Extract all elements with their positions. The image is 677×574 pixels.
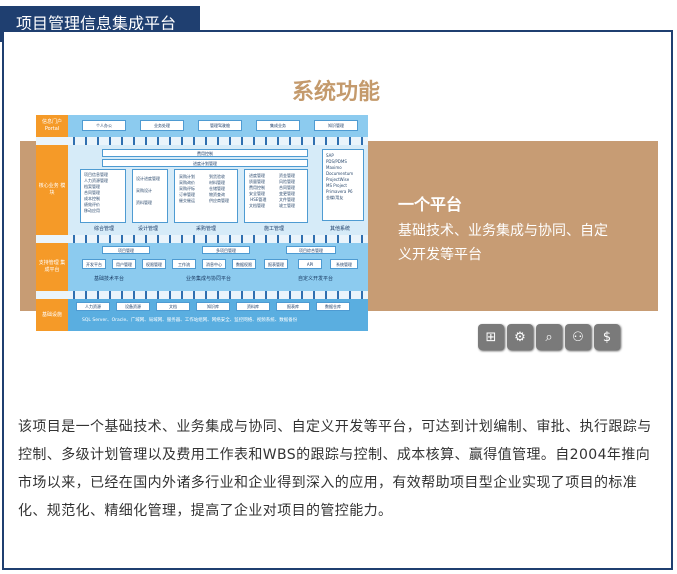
support-item: 报表管理 [264, 259, 288, 269]
diagram-title: 系统功能 [292, 80, 381, 105]
portal-item: 集成业务 [256, 120, 300, 131]
core-top-bar: 费用控制 [102, 149, 308, 157]
module-label: 采购管理 [196, 226, 217, 232]
module-label: 设计管理 [138, 226, 159, 232]
module-block: SAP PDS/PDMS Maximo Documentum ProjectWi… [322, 149, 364, 221]
support-row: 支持管理 集成平台 项目管理 多项目管理 项目综合管理 开发平台 用户管理 权限… [36, 243, 368, 291]
module-items: 采购计划 采购询价 采购评标 订单管理 催交催运 [179, 174, 195, 203]
connector-arrows [68, 235, 368, 243]
infra-tech-list: SQL Server、Oracle、广域网、局域网、服务器、工作站组网、网络安全… [82, 318, 298, 323]
portal-item: 个人办公 [82, 120, 126, 131]
module-items: 进度管理 质量管理 费用控制 安全管理 HSE管理 文档管理 [249, 173, 267, 208]
connector-arrows [68, 291, 368, 299]
architecture-diagram: 信息门户 Portal 个人办公 业务处理 管理驾驶舱 集成业务 知识管理 核心… [36, 115, 368, 331]
support-item: API [298, 259, 322, 269]
support-group: 项目管理 [102, 246, 150, 254]
infra-item: 资料库 [236, 302, 270, 311]
module-label: 综合管理 [94, 226, 115, 232]
module-items: 设计进度管理 采购设计 资料管理 [136, 176, 160, 205]
module-label: 其他系统 [330, 226, 351, 232]
core-top-bar: 进度计划管理 [102, 159, 308, 167]
banner-subtitle: 基础技术、业务集成与协同、自定义开发等平台 [398, 223, 608, 263]
infra-item: 知识库 [196, 302, 230, 311]
infra-item: 人力资源 [76, 302, 110, 311]
platform-flow-label: 业务集成与协同平台 [186, 276, 232, 282]
support-group: 多项目管理 [202, 246, 250, 254]
infrastructure-row: 基础设施 人力资源 设备资源 文档 知识库 资料库 报表库 数据仓库 SQL S… [36, 299, 368, 331]
module-label: 施工管理 [264, 226, 285, 232]
icon-toolbar: ⊞ ⚙ ⌕ ⚇ $ [478, 324, 620, 350]
module-block: 设计进度管理 采购设计 资料管理 [132, 169, 168, 223]
money-bag-icon[interactable]: $ [594, 324, 620, 350]
support-item: 工作流 [172, 259, 196, 269]
portal-item: 管理驾驶舱 [198, 120, 242, 131]
support-item: 系统管理 [330, 259, 358, 269]
module-block: 进度管理 质量管理 费用控制 安全管理 HSE管理 文档管理 资金管理 风险管理… [244, 169, 308, 223]
gear-icon[interactable]: ⚙ [507, 324, 533, 350]
support-group: 项目综合管理 [286, 246, 336, 254]
platform-flow-label: 基础技术平台 [94, 276, 125, 282]
row-label: 支持管理 集成平台 [36, 243, 68, 291]
banner-title: 一个平台 [398, 195, 463, 214]
infra-item: 数据仓库 [316, 302, 350, 311]
row-label: 基础设施 [36, 299, 68, 331]
description-paragraph: 该项目是一个基础技术、业务集成与协同、自定义开发等平台，可达到计划编制、审批、执… [18, 419, 652, 519]
infra-item: 设备资源 [116, 302, 150, 311]
infra-item: 文档 [156, 302, 190, 311]
portal-item: 知识管理 [314, 120, 358, 131]
support-item: 权限管理 [142, 259, 166, 269]
infra-item: 报表库 [276, 302, 310, 311]
connector-arrows [68, 137, 368, 145]
abacus-icon[interactable]: ⊞ [478, 324, 504, 350]
support-item: 用户管理 [112, 259, 136, 269]
support-item: 开发平台 [82, 259, 106, 269]
module-items: 到货验收 材料管理 仓储管理 物资查询 供应商管理 [209, 174, 229, 203]
module-block: 项目信息管理 人力资源管理 档案管理 合同管理 成本控制 绩效评价 移动应用 [80, 169, 126, 223]
module-items: 资金管理 风险管理 合同管理 变更管理 文件管理 竣工管理 [279, 173, 295, 208]
platform-flow-label: 自定义开发平台 [298, 276, 334, 282]
row-label: 核心业务 模块 [36, 145, 68, 235]
module-items: SAP PDS/PDMS Maximo Documentum ProjectWi… [326, 153, 354, 200]
module-items: 项目信息管理 人力资源管理 档案管理 合同管理 成本控制 绩效评价 移动应用 [84, 172, 108, 213]
module-block: 采购计划 采购询价 采购评标 订单管理 催交催运 到货验收 材料管理 仓储管理 … [174, 169, 238, 223]
support-item: 消息中心 [202, 259, 226, 269]
core-row: 核心业务 模块 费用控制 进度计划管理 项目信息管理 人力资源管理 档案管理 合… [36, 145, 368, 235]
portal-row: 信息门户 Portal 个人办公 业务处理 管理驾驶舱 集成业务 知识管理 [36, 115, 368, 137]
magnifier-icon[interactable]: ⌕ [536, 324, 562, 350]
row-label: 信息门户 Portal [36, 115, 68, 137]
support-item: 数据权限 [232, 259, 256, 269]
hierarchy-icon[interactable]: ⚇ [565, 324, 591, 350]
portal-item: 业务处理 [140, 120, 184, 131]
